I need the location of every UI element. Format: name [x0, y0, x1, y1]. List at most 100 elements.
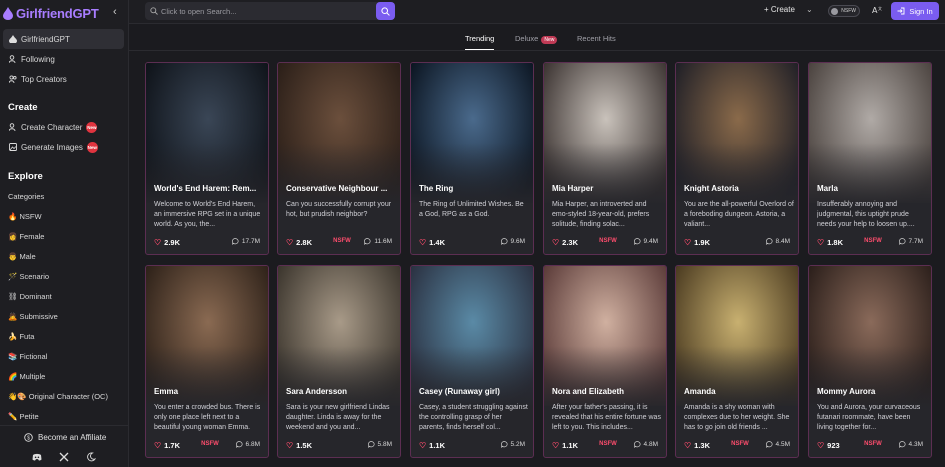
- create-button[interactable]: + Create: [764, 5, 795, 14]
- character-card[interactable]: Marla Insufferably annoying and judgmenta…: [808, 62, 932, 255]
- character-name: Knight Astoria: [684, 184, 739, 193]
- nsfw-badge: NSFW: [864, 441, 882, 447]
- character-card[interactable]: Sara Andersson Sara is your new girlfrien…: [277, 265, 401, 458]
- search-bar[interactable]: [145, 2, 395, 20]
- likes-count[interactable]: ♡ 2.8K: [286, 238, 312, 247]
- category-male[interactable]: 👨 Male: [8, 252, 36, 261]
- sidebar-item-label: Top Creators: [21, 74, 67, 84]
- category-fictional[interactable]: 📚 Fictional: [8, 352, 47, 361]
- character-card[interactable]: Amanda Amanda is a shy woman with complex…: [675, 265, 799, 458]
- sign-in-label: Sign In: [909, 6, 933, 16]
- chevron-down-icon[interactable]: ⌄: [806, 5, 813, 14]
- heart-icon: ♡: [154, 238, 162, 247]
- sidebar-item-top-creators[interactable]: Top Creators: [3, 69, 124, 89]
- character-card[interactable]: Conservative Neighbour ... Can you succes…: [277, 62, 401, 255]
- categories-label[interactable]: Categories: [8, 192, 44, 201]
- heart-icon: ♡: [286, 441, 294, 450]
- translate-icon[interactable]: A文: [871, 4, 885, 18]
- chat-bubble-icon: [235, 441, 243, 448]
- topbar: + Create ⌄ NSFW A文 Sign In: [129, 0, 945, 24]
- sidebar-item-following[interactable]: Following: [3, 49, 124, 69]
- likes-count[interactable]: ♡ 2.3K: [552, 238, 578, 247]
- likes-count[interactable]: ♡ 1.1K: [552, 441, 578, 450]
- logo[interactable]: GirlfriendGPT: [3, 4, 99, 22]
- tab-deluxe[interactable]: Deluxe New: [515, 34, 558, 44]
- heart-icon: ♡: [817, 441, 825, 450]
- likes-count[interactable]: ♡ 1.3K: [684, 441, 710, 450]
- sidebar-item-label: Following: [21, 54, 55, 64]
- character-card[interactable]: World's End Harem: Rem... Welcome to Worl…: [145, 62, 269, 255]
- chat-bubble-icon: [765, 441, 773, 448]
- chats-count: 4.8M: [633, 441, 658, 448]
- search-button[interactable]: [376, 2, 395, 20]
- chats-value: 9.6M: [510, 238, 525, 245]
- likes-count[interactable]: ♡ 1.5K: [286, 441, 312, 450]
- become-affiliate-link[interactable]: $ Become an Affiliate: [24, 433, 106, 442]
- likes-count[interactable]: ♡ 2.9K: [154, 238, 180, 247]
- category-emoji: 🙇: [8, 312, 18, 321]
- category-original-character[interactable]: 👋🎨 Original Character (OC): [8, 392, 108, 401]
- character-card[interactable]: Knight Astoria You are the all-powerful O…: [675, 62, 799, 255]
- tab-recent-hits[interactable]: Recent Hits: [577, 34, 616, 43]
- logo-drop-icon: [3, 6, 13, 20]
- character-image: [809, 266, 931, 406]
- category-label: Male: [19, 252, 36, 261]
- likes-count[interactable]: ♡ 1.7K: [154, 441, 180, 450]
- likes-count[interactable]: ♡ 1.9K: [684, 238, 710, 247]
- character-card[interactable]: Mia Harper Mia Harper, an introverted and…: [543, 62, 667, 255]
- character-description: Can you successfully corrupt your hot, b…: [286, 201, 392, 218]
- category-label: Female: [19, 232, 45, 241]
- category-futa[interactable]: 🍌 Futa: [8, 332, 34, 341]
- character-description: Amanda is a shy woman with complexes due…: [684, 404, 790, 431]
- category-emoji: 👋🎨: [8, 392, 27, 401]
- character-name: The Ring: [419, 184, 454, 193]
- character-image: [411, 266, 533, 406]
- nsfw-toggle[interactable]: NSFW: [828, 5, 860, 17]
- category-nsfw[interactable]: 🔥 NSFW: [8, 212, 42, 221]
- likes-count[interactable]: ♡ 923: [817, 441, 840, 450]
- category-scenario[interactable]: 🪄 Scenario: [8, 272, 49, 281]
- moon-icon[interactable]: [86, 452, 96, 462]
- category-dominant[interactable]: ⛓ Dominant: [8, 292, 52, 301]
- sidebar-item-generate-images[interactable]: Generate Images New: [3, 137, 124, 157]
- category-female[interactable]: 👩 Female: [8, 232, 44, 241]
- chevron-left-icon[interactable]: ‹: [113, 6, 117, 18]
- character-image: [676, 266, 798, 406]
- character-card[interactable]: Emma You enter a crowded bus. There is on…: [145, 265, 269, 458]
- chats-value: 6.8M: [245, 441, 260, 448]
- likes-value: 1.4K: [429, 238, 446, 247]
- explore-heading: Explore: [8, 171, 43, 182]
- character-card[interactable]: Casey (Runaway girl) Casey, a student str…: [410, 265, 534, 458]
- chats-count: 5.2M: [500, 441, 525, 448]
- discord-icon[interactable]: [32, 452, 42, 462]
- user-plus-icon: [9, 123, 16, 131]
- character-card[interactable]: Mommy Aurora You and Aurora, your curvace…: [808, 265, 932, 458]
- tab-trending[interactable]: Trending: [465, 34, 495, 50]
- category-label: Fictional: [19, 352, 48, 361]
- image-icon: [9, 143, 17, 151]
- sidebar-item-label: Generate Images: [21, 142, 83, 152]
- search-input[interactable]: [161, 2, 371, 20]
- sign-in-button[interactable]: Sign In: [891, 2, 939, 20]
- search-icon: [381, 6, 390, 16]
- character-card[interactable]: The Ring The Ring of Unlimited Wishes. Be…: [410, 62, 534, 255]
- chats-count: 9.4M: [633, 238, 658, 245]
- new-badge: New: [86, 121, 98, 133]
- category-multiple[interactable]: 🌈 Multiple: [8, 372, 45, 381]
- likes-count[interactable]: ♡ 1.1K: [419, 441, 445, 450]
- user-plus-icon: [9, 55, 16, 63]
- chats-value: 5.2M: [510, 441, 525, 448]
- character-name: Amanda: [684, 387, 716, 396]
- x-icon[interactable]: [59, 452, 69, 462]
- character-card[interactable]: Nora and Elizabeth After your father's pa…: [543, 265, 667, 458]
- sidebar-item-create-character[interactable]: Create Character New: [3, 117, 124, 137]
- likes-count[interactable]: ♡ 1.4K: [419, 238, 445, 247]
- category-submissive[interactable]: 🙇 Submissive: [8, 312, 58, 321]
- login-icon: [897, 7, 905, 15]
- category-petite[interactable]: ✏️ Petite: [8, 412, 39, 421]
- heart-icon: ♡: [552, 238, 560, 247]
- character-description: You and Aurora, your curvaceous futanari…: [817, 404, 921, 431]
- likes-count[interactable]: ♡ 1.8K: [817, 238, 843, 247]
- chat-bubble-icon: [364, 238, 371, 245]
- sidebar-item-girlfriendgpt[interactable]: GirlfriendGPT: [3, 29, 124, 49]
